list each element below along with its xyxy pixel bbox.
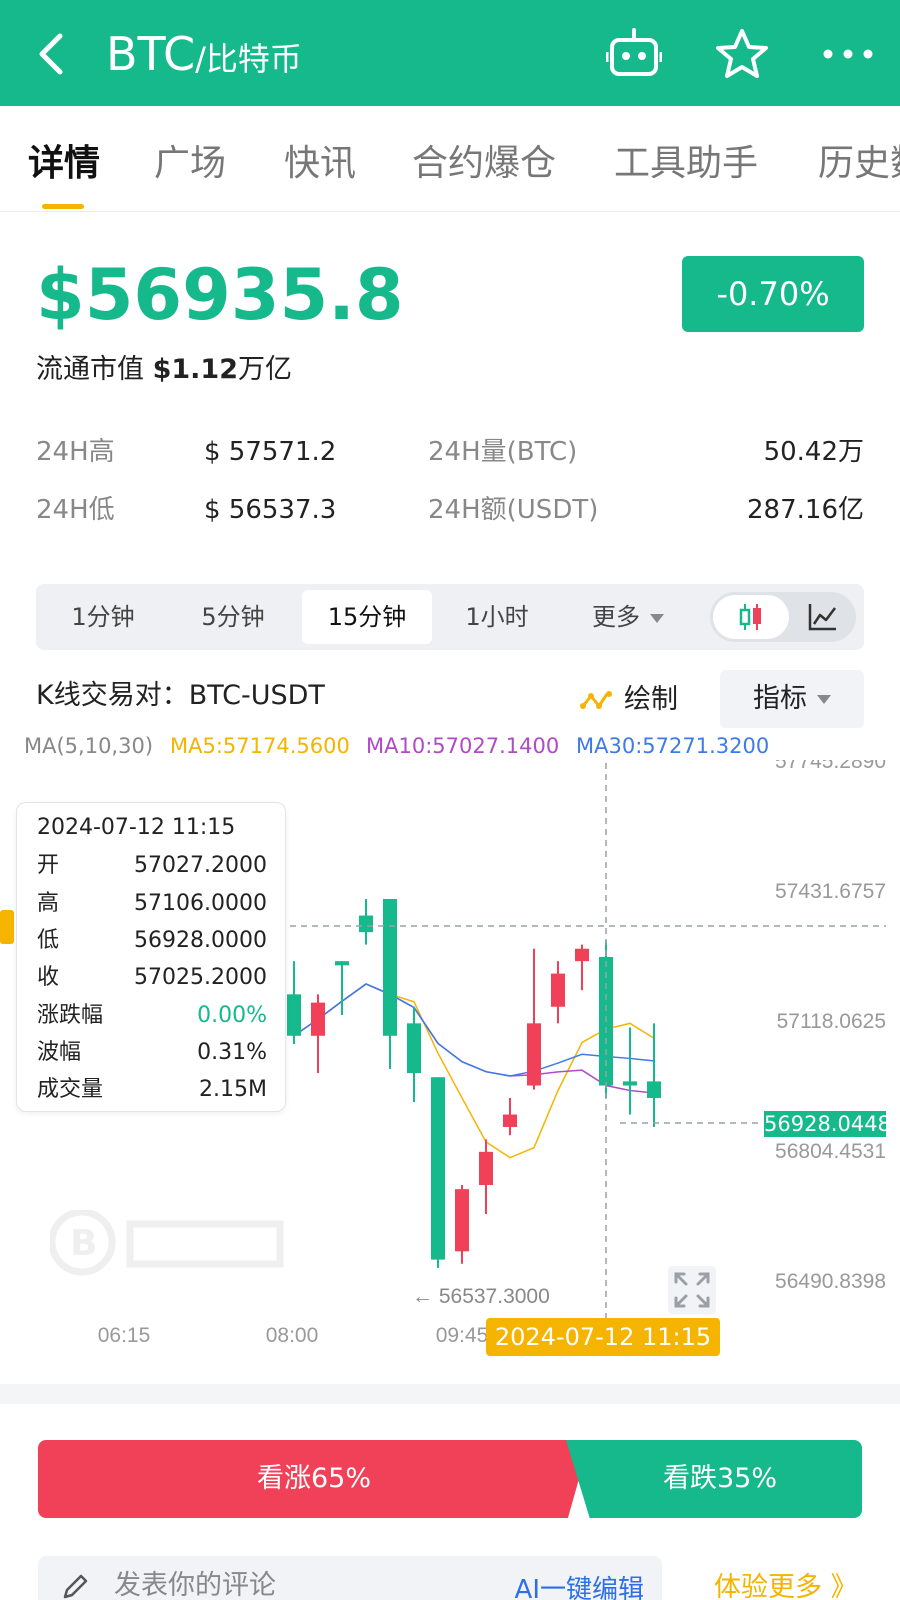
tab-bar: 详情 广场 快讯 合约爆仓 工具助手 历史数	[0, 106, 900, 212]
tab-history[interactable]: 历史数	[818, 142, 900, 186]
y-tick-label: 57431.6757	[775, 880, 886, 903]
draw-label: 绘制	[624, 684, 678, 715]
ma5-value: MA5:57174.5600	[170, 734, 350, 758]
interval-more[interactable]: 更多	[566, 590, 690, 644]
candle-tooltip: 2024-07-12 11:15 开 57027.2000 高 57106.0000…	[16, 802, 286, 1112]
market-cap-unit: 万亿	[238, 354, 292, 385]
x-tick-label: 09:45	[436, 1324, 489, 1347]
change-badge: -0.70%	[682, 256, 864, 332]
low-label: 24H低	[36, 495, 115, 525]
indicator-label: 指标	[753, 683, 807, 714]
y-tick-label: 57745.2890	[775, 760, 886, 773]
ma10-value: MA10:57027.1400	[366, 734, 560, 758]
y-tick-label: 56490.8398	[775, 1270, 886, 1293]
fullscreen-icon[interactable]	[668, 1266, 716, 1314]
candle-body	[311, 1002, 325, 1036]
min-price-label: ← 56537.3000	[412, 1285, 550, 1308]
chevron-down-icon	[817, 695, 831, 704]
tab-news[interactable]: 快讯	[284, 142, 356, 186]
bullish-vote-button[interactable]: 看涨65%	[38, 1440, 590, 1518]
draw-button[interactable]: 绘制	[580, 680, 678, 720]
draw-zigzag-icon	[580, 690, 612, 709]
interval-1h[interactable]: 1小时	[432, 590, 562, 644]
x-tick-label: 08:00	[266, 1324, 319, 1347]
section-divider	[0, 1384, 900, 1404]
y-tick-label: 56804.4531	[775, 1140, 886, 1163]
svg-text:B: B	[70, 1223, 97, 1264]
tab-tools[interactable]: 工具助手	[614, 142, 758, 186]
robot-icon[interactable]	[606, 28, 662, 80]
back-arrow-icon[interactable]	[32, 32, 72, 76]
candle-body	[551, 973, 565, 1007]
last-price-tag: 56928.0448	[764, 1111, 891, 1137]
market-cap-label: 流通市值	[36, 354, 144, 385]
candle-body	[623, 1081, 637, 1086]
amount-value: 287.16亿	[747, 495, 864, 525]
chevron-down-icon	[650, 613, 664, 623]
tab-liquidation[interactable]: 合约爆仓	[412, 142, 556, 186]
crosshair-time-badge: 2024-07-12 11:15	[486, 1318, 720, 1356]
candle-body	[335, 961, 349, 966]
comment-input[interactable]: 发表你的评论 AI一键编辑	[38, 1556, 662, 1600]
candle-body	[407, 1023, 421, 1074]
line-chart-icon[interactable]	[808, 602, 838, 632]
indicator-button[interactable]: 指标	[720, 670, 864, 728]
amount-label: 24H额(USDT)	[428, 495, 599, 525]
y-tick-label: 57118.0625	[777, 1010, 886, 1033]
ai-edit-button[interactable]: AI一键编辑	[515, 1570, 644, 1600]
candle-body	[455, 1189, 469, 1252]
candle-body	[431, 1077, 445, 1260]
ma30-value: MA30:57271.3200	[576, 734, 770, 758]
candle-body	[647, 1081, 661, 1098]
page-title: BTC/比特币	[106, 27, 302, 81]
app-header: BTC/比特币	[0, 0, 900, 106]
watermark-logo: B	[50, 1210, 284, 1276]
low-value: $ 56537.3	[204, 495, 337, 525]
candle-body	[287, 994, 301, 1036]
candle-body	[479, 1151, 493, 1186]
more-dots-icon[interactable]	[820, 28, 876, 80]
interval-1m[interactable]: 1分钟	[42, 590, 164, 644]
tooltip-row-high: 高 57106.0000	[37, 891, 267, 916]
trading-pair-label: K线交易对：BTC-USDT	[36, 680, 325, 711]
interval-5m[interactable]: 5分钟	[172, 590, 294, 644]
candle-body	[383, 898, 397, 1036]
current-price: $56935.8	[36, 254, 404, 336]
tooltip-time: 2024-07-12 11:15	[37, 815, 236, 840]
tooltip-row-open: 开 57027.2000	[37, 853, 267, 878]
high-value: $ 57571.2	[204, 437, 337, 467]
high-label: 24H高	[36, 437, 115, 467]
candle-body	[359, 915, 373, 933]
tab-square[interactable]: 广场	[154, 142, 226, 186]
tooltip-row-amplitude: 波幅 0.31%	[37, 1040, 267, 1065]
tooltip-row-low: 低 56928.0000	[37, 928, 267, 953]
bearish-vote-button[interactable]: 看跌35%	[566, 1440, 862, 1518]
tab-details[interactable]: 详情	[28, 142, 100, 186]
tooltip-row-change: 涨跌幅 0.00%	[37, 1003, 267, 1028]
x-tick-label: 06:15	[98, 1324, 151, 1347]
candle-body	[575, 948, 589, 962]
interval-more-label: 更多	[592, 603, 640, 631]
interval-selector: 1分钟 5分钟 15分钟 1小时 更多	[36, 584, 864, 650]
volume-label: 24H量(BTC)	[428, 437, 578, 467]
candlestick-icon[interactable]	[736, 602, 766, 632]
left-price-marker	[0, 910, 14, 944]
tooltip-row-close: 收 57025.2000	[37, 965, 267, 990]
market-cap-value: $1.12	[152, 354, 238, 385]
chart-type-toggle[interactable]	[710, 592, 856, 642]
interval-15m[interactable]: 15分钟	[302, 590, 432, 644]
comment-placeholder: 发表你的评论	[114, 1570, 276, 1600]
candle-body	[527, 1023, 541, 1086]
ma-legend: MA(5,10,30)	[24, 734, 154, 758]
active-tab-indicator	[42, 204, 84, 209]
candle-body	[503, 1114, 517, 1127]
market-cap: 流通市值 $1.12万亿	[36, 350, 292, 390]
pencil-icon	[63, 1574, 88, 1599]
volume-value: 50.42万	[763, 437, 864, 467]
tooltip-row-volume: 成交量 2.15M	[37, 1077, 267, 1102]
star-icon[interactable]	[714, 28, 770, 80]
experience-more-link[interactable]: 体验更多 》	[714, 1568, 858, 1600]
